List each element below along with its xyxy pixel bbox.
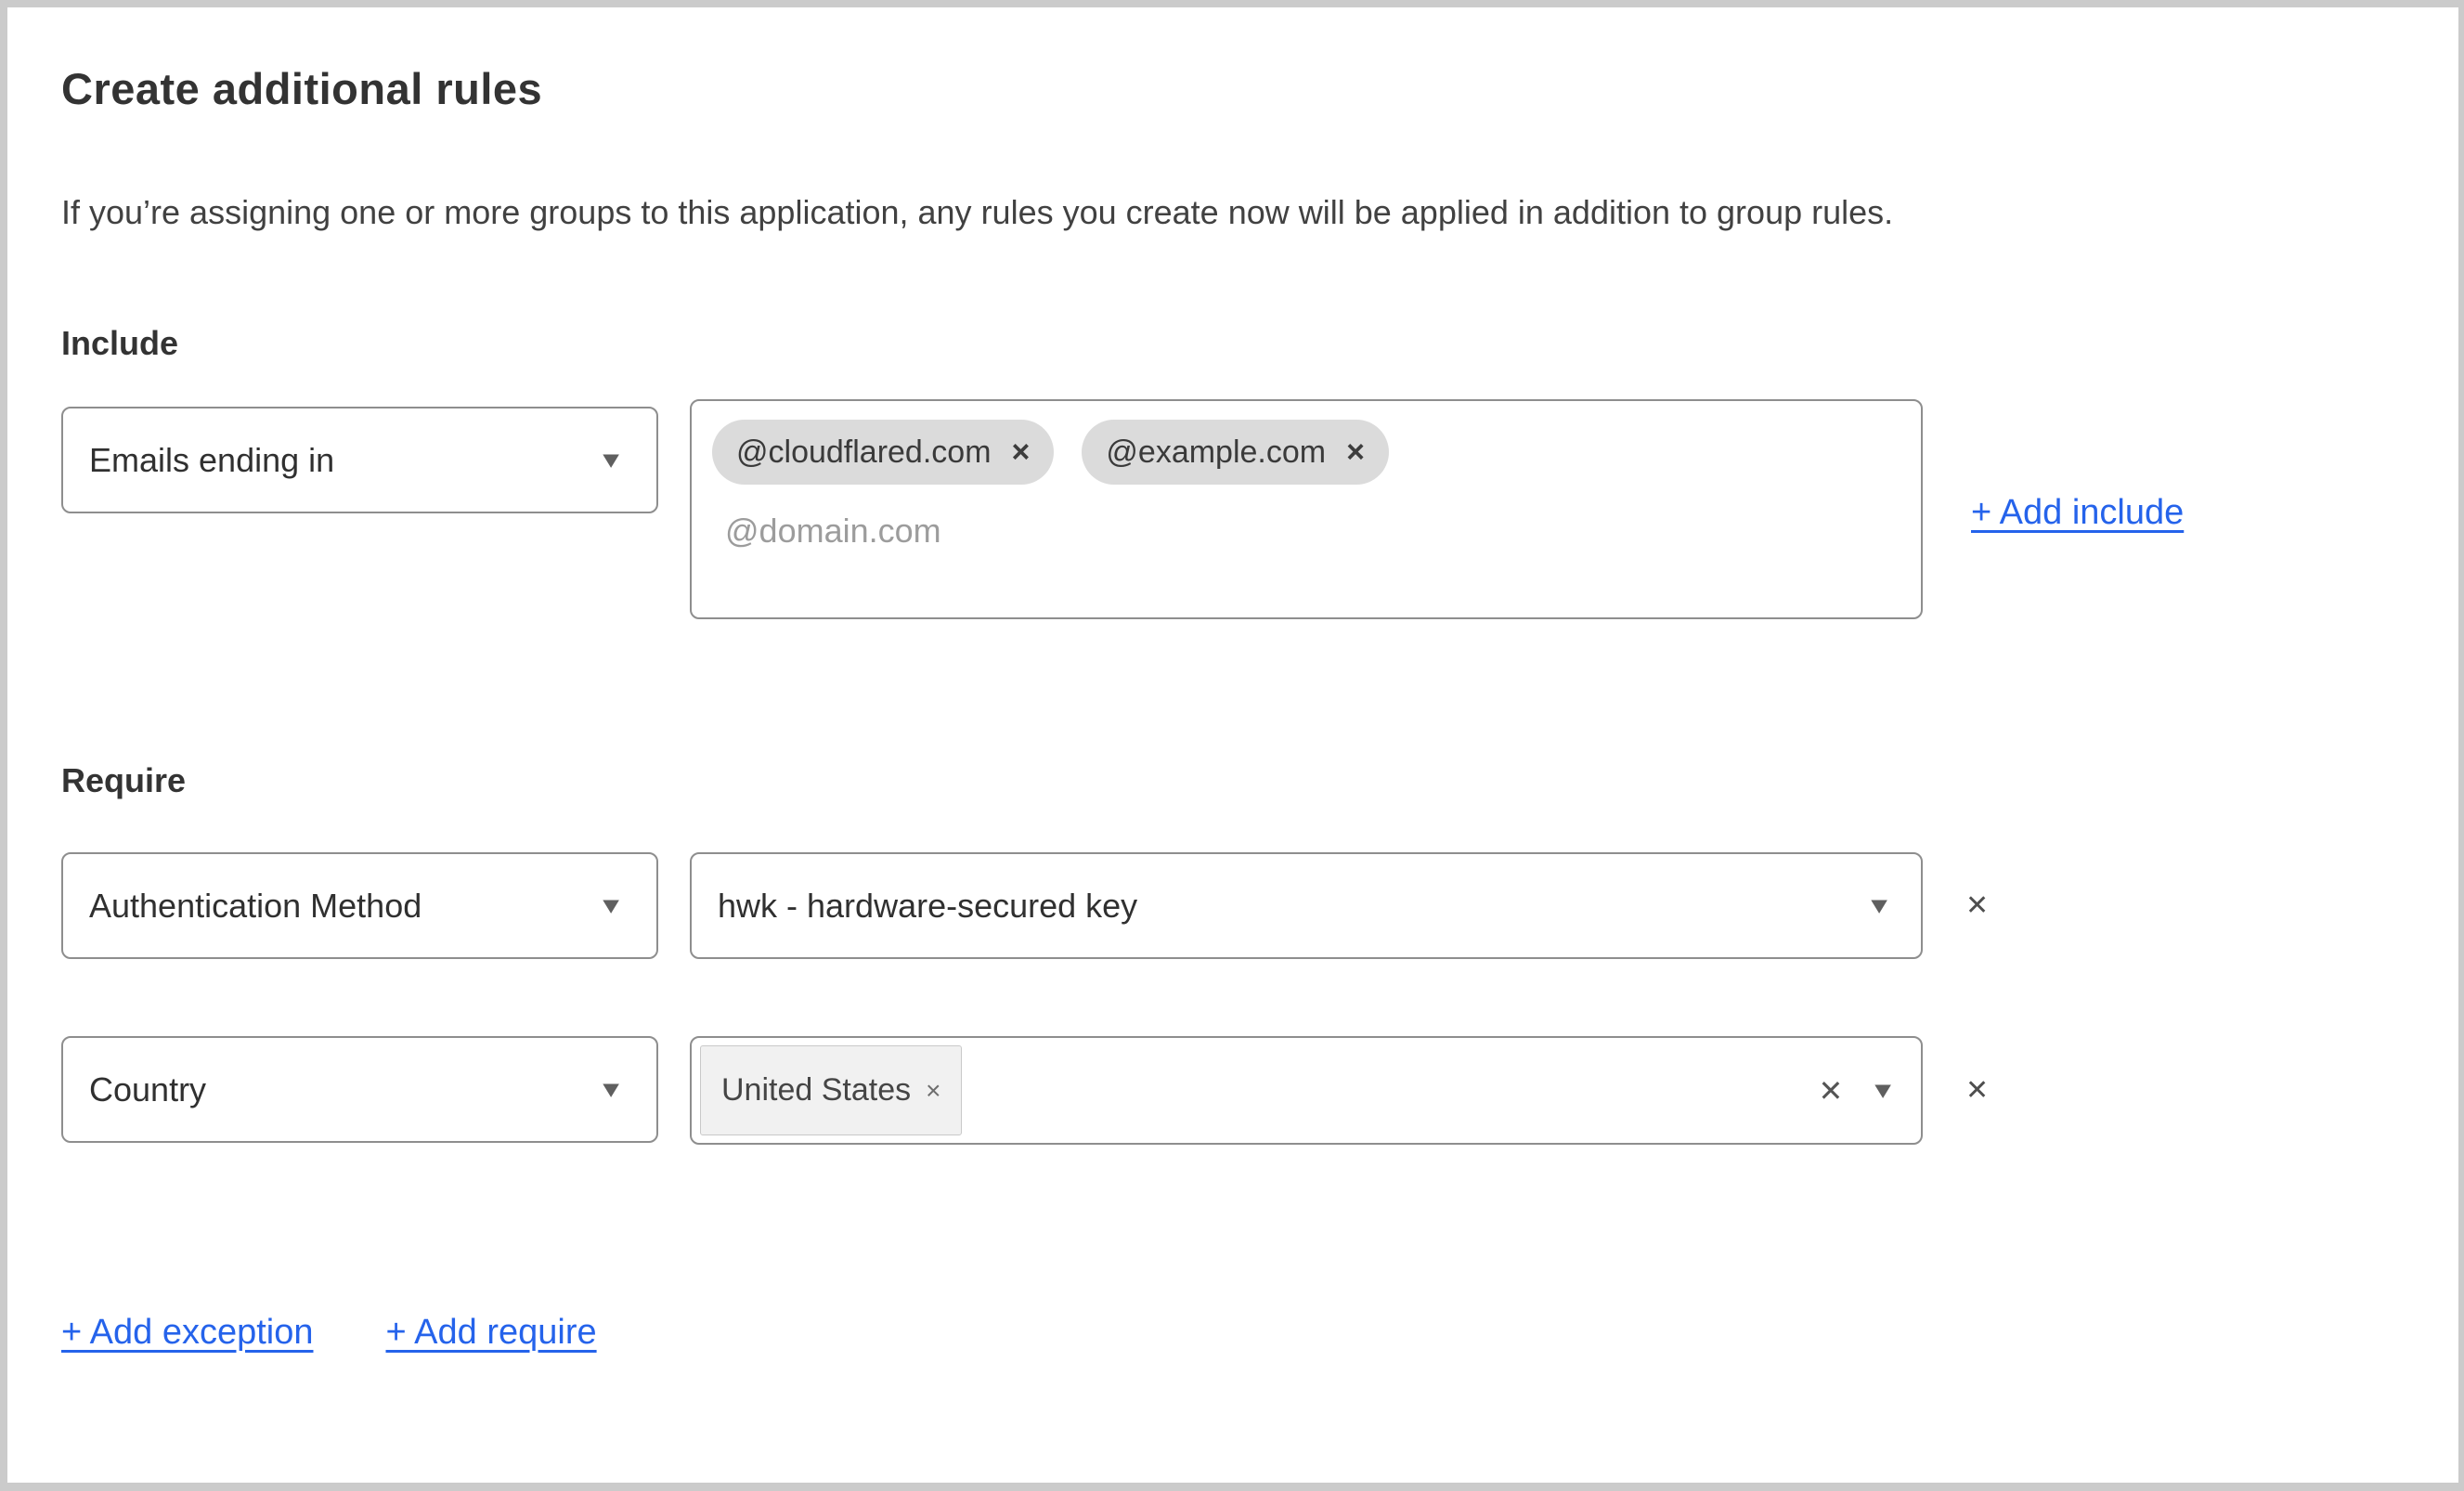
country-chip-label: United States [721,1072,912,1108]
chip-remove-icon[interactable]: × [1012,436,1031,468]
require-selector-dropdown[interactable]: Authentication Method ▼ [61,852,658,959]
include-selector-dropdown[interactable]: Emails ending in ▼ [61,407,658,513]
email-chip-label: @cloudflared.com [736,434,992,470]
create-additional-rules-panel: Create additional rules If you’re assign… [7,7,2458,1483]
chevron-down-icon: ▼ [597,892,625,918]
require-selector-dropdown[interactable]: Country ▼ [61,1036,658,1143]
chevron-down-icon: ▼ [1869,1077,1897,1103]
multiselect-controls: ✕ ▼ [1818,1076,1897,1106]
require-rule-row-country: Country ▼ United States × ✕ ▼ ✕ [61,1036,2458,1145]
require-selector-value: Authentication Method [89,886,422,925]
email-domain-input[interactable] [723,511,1841,551]
include-selector-value: Emails ending in [89,440,335,479]
remove-rule-icon[interactable]: ✕ [1965,891,1989,920]
include-section-heading: Include [61,324,179,362]
email-tags-input-box[interactable]: @cloudflared.com × @example.com × [690,399,1923,619]
page-title: Create additional rules [61,64,543,113]
footer-links: + Add exception + Add require [61,1313,2458,1353]
include-rule-row: Emails ending in ▼ @cloudflared.com × @e… [61,399,2458,619]
chevron-down-icon: ▼ [1865,892,1893,918]
add-exception-link[interactable]: + Add exception [61,1313,314,1353]
country-chip: United States × [700,1045,963,1135]
add-include-link[interactable]: + Add include [1971,493,2184,533]
add-require-link[interactable]: + Add require [386,1313,597,1353]
email-chip: @cloudflared.com × [712,420,1055,485]
require-selector-value: Country [89,1070,207,1109]
chevron-down-icon: ▼ [597,1076,625,1102]
auth-method-value: hwk - hardware-secured key [718,886,1138,925]
chip-remove-icon[interactable]: × [926,1077,940,1104]
page-description: If you’re assigning one or more groups t… [61,193,1894,231]
auth-method-value-dropdown[interactable]: hwk - hardware-secured key ▼ [690,852,1923,959]
email-chips-row: @cloudflared.com × @example.com × [712,420,1900,485]
country-multiselect[interactable]: United States × ✕ ▼ [690,1036,1923,1145]
chip-remove-icon[interactable]: × [1346,436,1365,468]
require-section-heading: Require [61,761,187,799]
chevron-down-icon: ▼ [597,447,625,473]
email-chip: @example.com × [1082,420,1389,485]
require-rule-row-auth-method: Authentication Method ▼ hwk - hardware-s… [61,852,2458,959]
remove-rule-icon[interactable]: ✕ [1965,1076,1989,1105]
clear-selection-icon[interactable]: ✕ [1818,1076,1843,1106]
email-chip-label: @example.com [1106,434,1327,470]
